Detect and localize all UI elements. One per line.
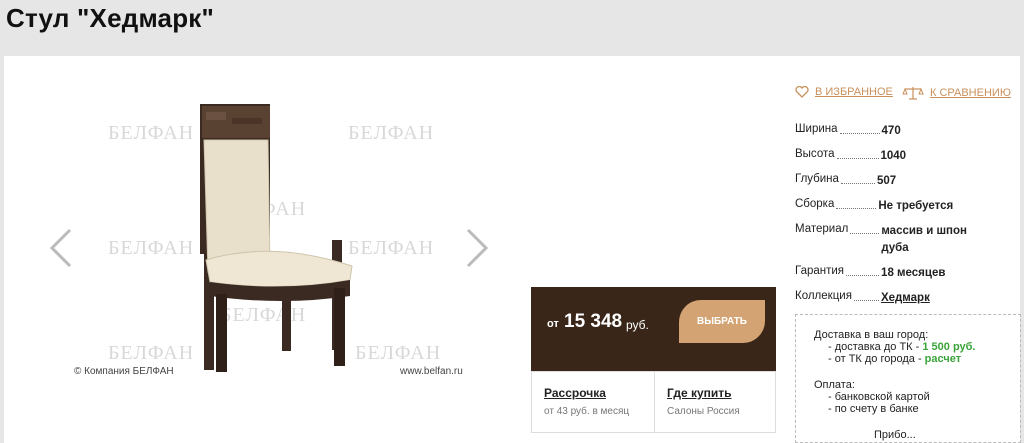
favorites-label: В ИЗБРАННОЕ — [815, 86, 893, 98]
watermark: БЕЛФАН — [355, 342, 442, 364]
payment-heading: Оплата: — [814, 379, 855, 391]
collection-link[interactable]: Хедмарк — [881, 290, 930, 307]
spec-row-depth: Глубина 507 — [795, 173, 995, 190]
spec-dots — [839, 123, 880, 134]
spec-label: Ширина — [795, 123, 838, 135]
delivery-info: Доставка в ваш город: - доставка до ТК -… — [795, 314, 1021, 443]
select-button[interactable]: ВЫБРАТЬ — [679, 300, 765, 343]
spec-dots — [853, 290, 879, 301]
spec-label: Гарантия — [795, 265, 845, 277]
spec-label: Материал — [795, 223, 849, 235]
delivery-calc-link[interactable]: расчет — [925, 353, 961, 365]
spec-row-collection: Коллекция Хедмарк — [795, 290, 995, 307]
spec-label: Сборка — [795, 198, 835, 210]
where-buy-box[interactable]: Где купить Салоны Россия — [654, 371, 776, 433]
compare-label: К СРАВНЕНИЮ — [930, 87, 1011, 99]
price-value: 15 348 — [564, 311, 623, 332]
spec-value: 18 месяцев — [881, 267, 946, 279]
spec-row-width: Ширина 470 — [795, 123, 995, 140]
spec-label: Высота — [795, 148, 835, 160]
installment-box[interactable]: Рассрочка от 43 руб. в месяц — [531, 371, 655, 433]
spec-value: 1040 — [880, 150, 907, 162]
payment-option: - банковской картой — [828, 391, 930, 403]
watermark: БЕЛФАН — [108, 237, 195, 259]
delivery-line-2-label: - от ТК до города - — [828, 353, 925, 365]
spec-dots — [840, 173, 875, 184]
spec-row-assembly: Сборка Не требуется — [795, 198, 995, 215]
delivery-line-1-label: - доставка до ТК - — [828, 341, 923, 353]
spec-dots — [850, 223, 880, 234]
spec-value: 507 — [876, 175, 897, 187]
prev-arrow-icon[interactable] — [48, 228, 76, 268]
spec-value: 470 — [881, 125, 901, 137]
spec-row-material: Материал массив и шпон дуба — [795, 223, 995, 257]
image-site: www.belfan.ru — [400, 366, 463, 377]
delivery-cut-text: Прибо... — [874, 429, 916, 441]
spec-row-height: Высота 1040 — [795, 148, 995, 165]
heart-icon — [795, 86, 809, 98]
compare-link[interactable]: К СРАВНЕНИЮ — [902, 86, 1011, 100]
delivery-heading: Доставка в ваш город: — [814, 329, 929, 341]
chair-image — [200, 104, 353, 372]
next-arrow-icon[interactable] — [462, 228, 490, 268]
specs-list: Ширина 470 Высота 1040 Глубина 507 Сборк… — [795, 123, 995, 315]
favorites-link[interactable]: В ИЗБРАННОЕ — [795, 86, 893, 98]
installment-title[interactable]: Рассрочка — [544, 386, 606, 400]
spec-row-warranty: Гарантия 18 месяцев — [795, 265, 995, 282]
installment-text: от 43 руб. в месяц — [544, 406, 630, 417]
delivery-line-2: - от ТК до города - расчет — [814, 353, 1020, 365]
spec-dots — [836, 148, 879, 159]
where-buy-title[interactable]: Где купить — [667, 386, 732, 400]
image-copyright: © Компания БЕЛФАН — [74, 366, 174, 377]
spec-dots — [836, 198, 877, 209]
spec-label: Глубина — [795, 173, 839, 185]
delivery-price: 1 500 руб. — [922, 341, 976, 353]
price-box: от 15 348 руб. ВЫБРАТЬ — [531, 287, 776, 371]
where-buy-text: Салоны Россия — [667, 406, 740, 417]
watermark: БЕЛФАН — [108, 122, 195, 144]
delivery-line-1: - доставка до ТК - 1 500 руб. — [814, 341, 1020, 353]
scales-icon — [902, 87, 924, 100]
spec-value: массив и шпон дуба — [881, 225, 967, 254]
spec-label: Коллекция — [795, 290, 852, 302]
page-title: Стул "Хедмарк" — [6, 3, 215, 33]
price-currency: руб. — [626, 318, 649, 332]
payment-option: - по счету в банке — [828, 403, 919, 415]
spec-value: Не требуется — [878, 200, 954, 212]
spec-dots — [846, 265, 880, 276]
watermark: БЕЛФАН — [108, 342, 195, 364]
price-prefix: от — [547, 318, 559, 330]
